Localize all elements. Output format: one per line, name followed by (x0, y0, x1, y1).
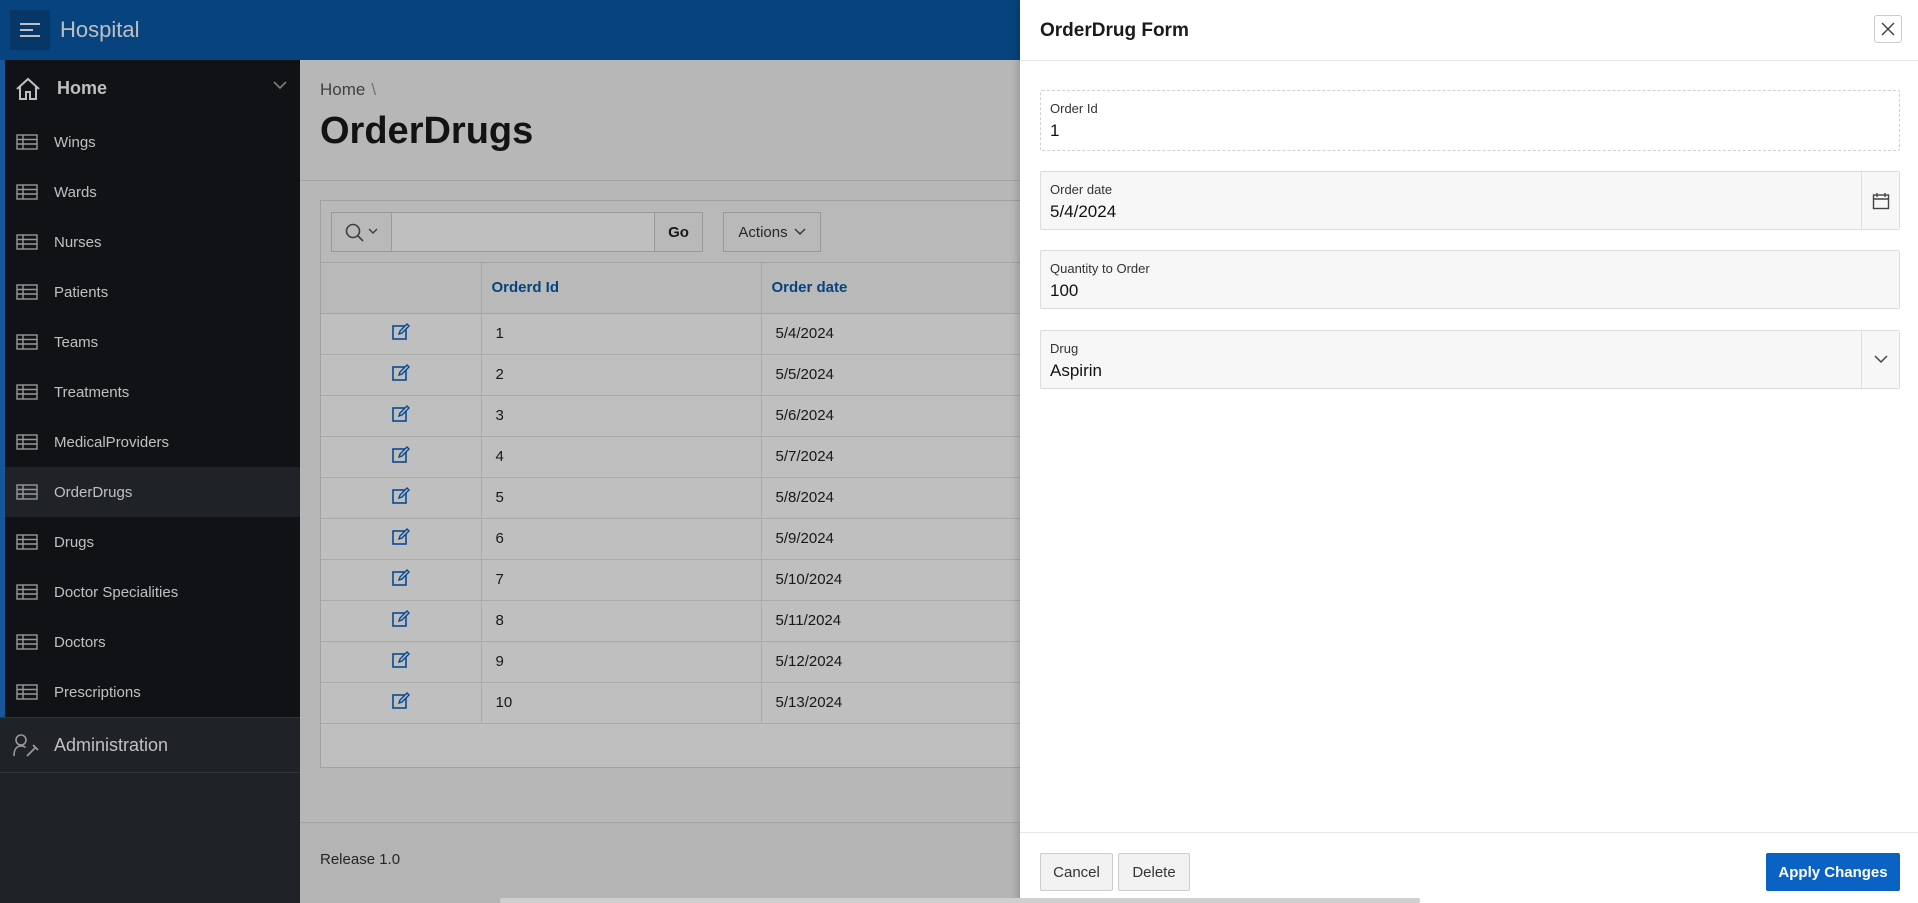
order-date-label: Order date (1050, 182, 1113, 197)
chevron-down-icon (1873, 355, 1888, 364)
apply-changes-button[interactable]: Apply Changes (1766, 853, 1900, 891)
orderdrug-form-drawer: OrderDrug Form Order Id 1 Order date 5/4… (1020, 0, 1918, 903)
calendar-icon (1872, 192, 1889, 209)
order-date-field[interactable]: Order date 5/4/2024 (1040, 171, 1900, 230)
quantity-input[interactable]: 100 (1050, 281, 1078, 301)
drawer-title: OrderDrug Form (1040, 20, 1189, 41)
drawer-footer: Cancel Delete Apply Changes (1020, 832, 1918, 903)
drug-select[interactable]: Aspirin (1050, 361, 1102, 381)
order-id-field: Order Id 1 (1040, 90, 1900, 151)
close-icon (1881, 22, 1895, 36)
order-id-value: 1 (1050, 121, 1060, 140)
drug-dropdown-toggle[interactable] (1861, 331, 1899, 388)
horizontal-scrollbar[interactable] (500, 898, 1420, 903)
order-id-label: Order Id (1050, 101, 1098, 116)
drug-select-field[interactable]: Drug Aspirin (1040, 330, 1900, 389)
delete-button[interactable]: Delete (1118, 853, 1190, 891)
modal-overlay[interactable] (0, 0, 1020, 903)
drug-label: Drug (1050, 341, 1079, 356)
app-root: Hospital Home Wings Wards Nurses Patient… (0, 0, 1918, 903)
order-date-input[interactable]: 5/4/2024 (1050, 202, 1116, 222)
cancel-button[interactable]: Cancel (1040, 853, 1113, 891)
close-button[interactable] (1874, 15, 1902, 43)
quantity-label: Quantity to Order (1050, 261, 1150, 276)
quantity-field[interactable]: Quantity to Order 100 (1040, 250, 1900, 309)
drawer-header: OrderDrug Form (1020, 0, 1918, 61)
date-picker-button[interactable] (1861, 172, 1899, 229)
